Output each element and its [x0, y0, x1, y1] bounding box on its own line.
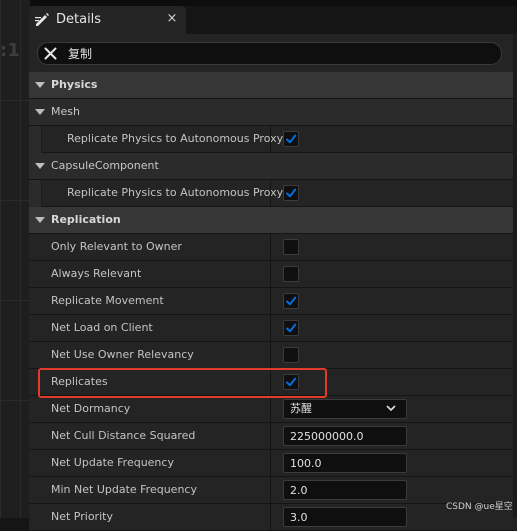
background-viewport: :1	[0, 0, 30, 518]
property-row: Net Dormancy 苏醒	[29, 396, 517, 423]
column-divider[interactable]	[270, 288, 271, 315]
property-row: Net Update Frequency	[29, 450, 517, 477]
pencil-details-icon	[35, 13, 49, 26]
property-row: Net Cull Distance Squared	[29, 423, 517, 450]
property-name: Net Load on Client	[51, 321, 153, 334]
capsule-replicate-physics-checkbox[interactable]	[283, 185, 299, 201]
column-divider[interactable]	[270, 126, 271, 153]
only-relevant-to-owner-checkbox[interactable]	[283, 239, 299, 255]
net-use-owner-relevancy-checkbox[interactable]	[283, 347, 299, 363]
annotation-highlight-box	[38, 368, 327, 398]
tab-title: Details	[56, 12, 102, 27]
min-net-update-frequency-input[interactable]	[283, 480, 407, 500]
property-name: Replicate Movement	[51, 294, 164, 307]
details-panel: Physics Mesh Replicate Physics to Autono…	[29, 34, 517, 531]
property-name: Replicate Physics to Autonomous Proxy	[67, 132, 284, 145]
background-label: :1	[0, 40, 20, 61]
grid-line	[20, 0, 21, 518]
net-update-frequency-input[interactable]	[283, 453, 407, 473]
property-name: Replicate Physics to Autonomous Proxy	[67, 186, 284, 199]
column-divider[interactable]	[270, 450, 271, 477]
property-name: Net Dormancy	[51, 402, 131, 415]
property-name: Always Relevant	[51, 267, 142, 280]
column-divider[interactable]	[270, 234, 271, 261]
column-divider[interactable]	[270, 396, 271, 423]
column-divider[interactable]	[270, 315, 271, 342]
grid-line	[0, 100, 30, 101]
net-dormancy-dropdown[interactable]: 苏醒	[283, 399, 407, 419]
column-divider[interactable]	[270, 423, 271, 450]
property-name: Net Use Owner Relevancy	[51, 348, 194, 361]
column-divider[interactable]	[270, 261, 271, 288]
collapse-arrow-icon[interactable]	[35, 82, 45, 88]
indent-bar	[29, 126, 42, 153]
search-input[interactable]	[68, 44, 488, 62]
checkmark-icon	[286, 134, 297, 144]
checkmark-icon	[286, 188, 297, 198]
collapse-arrow-icon[interactable]	[35, 109, 45, 115]
property-row: Min Net Update Frequency	[29, 477, 517, 504]
property-row: Replicate Movement	[29, 288, 517, 315]
dropdown-value: 苏醒	[290, 402, 312, 415]
property-name: Net Update Frequency	[51, 456, 174, 469]
mesh-replicate-physics-checkbox[interactable]	[283, 131, 299, 147]
chevron-down-icon	[386, 405, 396, 412]
scrollbar-track[interactable]	[513, 34, 517, 518]
subcategory-label: CapsuleComponent	[51, 159, 159, 172]
subcategory-label: Mesh	[51, 105, 80, 118]
column-divider[interactable]	[270, 477, 271, 504]
search-bar	[37, 42, 502, 65]
indent-bar	[29, 180, 42, 207]
property-row: Replicate Physics to Autonomous Proxy	[29, 126, 517, 153]
category-replication[interactable]: Replication	[29, 207, 517, 234]
subcategory-capsule-component[interactable]: CapsuleComponent	[29, 153, 517, 180]
category-physics[interactable]: Physics	[29, 72, 517, 99]
category-label: Replication	[51, 213, 121, 226]
property-row: Net Use Owner Relevancy	[29, 342, 517, 369]
always-relevant-checkbox[interactable]	[283, 266, 299, 282]
net-priority-input[interactable]	[283, 507, 407, 527]
tab-close-button[interactable]: ×	[165, 11, 179, 27]
close-icon[interactable]	[42, 45, 59, 62]
property-row: Replicate Physics to Autonomous Proxy	[29, 180, 517, 207]
tab-details[interactable]: Details ×	[29, 6, 186, 34]
grid-line	[0, 200, 30, 201]
replicate-movement-checkbox[interactable]	[283, 293, 299, 309]
subcategory-mesh[interactable]: Mesh	[29, 99, 517, 126]
property-row: Only Relevant to Owner	[29, 234, 517, 261]
grid-line	[0, 400, 30, 401]
column-divider[interactable]	[270, 180, 271, 207]
property-row: Always Relevant	[29, 261, 517, 288]
grid-line	[0, 0, 1, 518]
collapse-arrow-icon[interactable]	[35, 163, 45, 169]
watermark: CSDN @ue星空	[446, 502, 513, 512]
property-row: Net Load on Client	[29, 315, 517, 342]
category-label: Physics	[51, 78, 98, 91]
collapse-arrow-icon[interactable]	[35, 217, 45, 223]
property-name: Min Net Update Frequency	[51, 483, 197, 496]
property-name: Only Relevant to Owner	[51, 240, 182, 253]
net-load-on-client-checkbox[interactable]	[283, 320, 299, 336]
property-list: Physics Mesh Replicate Physics to Autono…	[29, 72, 517, 531]
grid-line	[0, 300, 30, 301]
checkmark-icon	[286, 296, 297, 306]
checkmark-icon	[286, 323, 297, 333]
net-cull-distance-squared-input[interactable]	[283, 426, 407, 446]
property-name: Net Priority	[51, 510, 113, 523]
column-divider[interactable]	[270, 342, 271, 369]
property-name: Net Cull Distance Squared	[51, 429, 196, 442]
